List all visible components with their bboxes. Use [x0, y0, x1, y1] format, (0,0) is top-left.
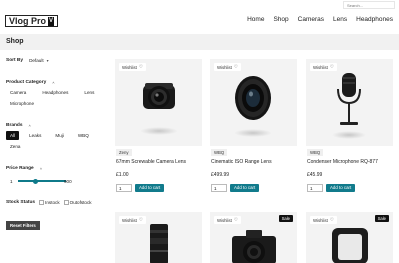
heart-icon: ♡ — [138, 64, 143, 69]
product-shadow — [140, 127, 178, 135]
stock-heading: Stock Status — [6, 200, 36, 206]
sale-badge: Sale — [278, 215, 293, 222]
wishlist-button[interactable]: Wishlist ♡ — [310, 63, 337, 71]
category-lens[interactable]: Lens — [80, 88, 98, 97]
price-max: 900 — [64, 178, 72, 184]
product-name[interactable]: Condenser Microphone RQ-877 — [307, 159, 378, 165]
price-heading: Price Range — [6, 166, 34, 171]
page-title: Shop — [6, 38, 24, 45]
nav-item-shop[interactable]: Shop — [273, 16, 288, 23]
chevron-up-icon[interactable]: ˄ — [40, 166, 42, 171]
category-microphone[interactable]: Microphone — [6, 99, 38, 108]
checkbox-icon[interactable] — [63, 200, 69, 206]
wishlist-button[interactable]: Wishlist ♡ — [310, 216, 337, 224]
product-card[interactable]: Wishlist ♡ — [115, 212, 202, 263]
quantity-input[interactable]: 1 — [307, 184, 323, 192]
softbox-light-image — [332, 228, 368, 263]
add-to-cart-button[interactable]: Add to cart — [230, 184, 260, 192]
zoom-lens-image — [235, 76, 271, 120]
wishlist-label: Wishlist — [217, 64, 232, 70]
reset-filters-button[interactable]: Reset Filters — [6, 221, 40, 230]
heart-icon: ♡ — [233, 217, 238, 222]
product-card[interactable]: Wishlist ♡ Sale — [210, 212, 297, 263]
add-to-cart-button[interactable]: Add to cart — [326, 184, 356, 192]
brand-tag: WBQ — [211, 149, 228, 156]
sale-badge: Sale — [374, 215, 389, 222]
price-handle[interactable] — [32, 178, 38, 184]
chevron-up-icon[interactable]: ˄ — [29, 123, 31, 128]
wishlist-label: Wishlist — [313, 217, 328, 223]
logo-badge: V — [48, 16, 55, 26]
nav-item-lens[interactable]: Lens — [333, 16, 347, 23]
nav-item-home[interactable]: Home — [247, 16, 264, 23]
heart-icon: ♡ — [329, 64, 334, 69]
wishlist-label: Wishlist — [313, 64, 328, 70]
stock-outofstock-label: Outofstock — [69, 200, 92, 205]
category-headphones[interactable]: Headphones — [38, 88, 72, 97]
product-card[interactable]: Wishlist ♡ — [115, 59, 202, 146]
product-price: £45.99 — [307, 172, 323, 178]
quantity-input[interactable]: 1 — [211, 184, 227, 192]
wishlist-button[interactable]: Wishlist ♡ — [214, 63, 241, 71]
wishlist-button[interactable]: Wishlist ♡ — [119, 63, 146, 71]
wishlist-button[interactable]: Wishlist ♡ — [119, 216, 146, 224]
wishlist-button[interactable]: Wishlist ♡ — [214, 216, 241, 224]
sort-label: Sort By — [6, 58, 24, 63]
brand-all[interactable]: All — [6, 131, 20, 140]
price-range-slider[interactable]: 1 900 — [6, 177, 106, 185]
chevron-up-icon[interactable]: ˄ — [52, 80, 54, 85]
microphone-image — [337, 73, 361, 125]
stock-instock-option[interactable]: Instock — [39, 200, 60, 206]
wishlist-label: Wishlist — [122, 64, 137, 70]
quantity-input[interactable]: 1 — [116, 184, 132, 192]
camera-lens-image — [143, 83, 175, 109]
product-price: £499.99 — [211, 172, 230, 178]
price-track — [18, 180, 66, 182]
product-price: £1.00 — [116, 172, 129, 178]
product-name[interactable]: 67mm Screwable Camera Lens — [116, 159, 186, 165]
site-logo[interactable]: Vlog Pro V — [5, 15, 59, 27]
camera-body-image — [232, 230, 276, 263]
brand-leaks[interactable]: Leaks — [25, 131, 45, 140]
heart-icon: ♡ — [138, 217, 143, 222]
product-card[interactable]: Wishlist ♡ — [306, 59, 393, 146]
stock-instock-label: Instock — [45, 200, 60, 205]
wishlist-label: Wishlist — [217, 217, 232, 223]
logo-text: Vlog Pro — [9, 16, 47, 26]
brand-wbq[interactable]: WBQ — [74, 131, 93, 140]
heart-icon: ♡ — [233, 64, 238, 69]
nav-item-cameras[interactable]: Cameras — [298, 16, 324, 23]
brand-zena[interactable]: Zena — [6, 142, 24, 151]
breadcrumb: Shop — [0, 34, 399, 50]
main-nav: Home Shop Cameras Lens Headphones — [247, 16, 393, 23]
nav-item-headphones[interactable]: Headphones — [356, 16, 393, 23]
brands-heading: Brands — [6, 123, 23, 128]
brand-muji[interactable]: Muji — [51, 131, 67, 140]
brand-tag: Zeny — [116, 149, 132, 156]
brand-tag: WBQ — [307, 149, 324, 156]
heart-icon: ♡ — [329, 217, 334, 222]
product-name[interactable]: Cinematic ISO Range Lens — [211, 159, 272, 165]
checkbox-icon[interactable] — [39, 200, 45, 206]
category-heading: Product Category — [6, 80, 47, 85]
category-camera[interactable]: Camera — [6, 88, 30, 97]
stock-outofstock-option[interactable]: Outofstock — [63, 200, 92, 206]
product-shadow — [234, 129, 272, 137]
search-input[interactable]: Search... — [343, 1, 395, 9]
telephoto-lens-image — [150, 224, 168, 263]
wishlist-label: Wishlist — [122, 217, 137, 223]
sort-select[interactable]: Default ▾ — [29, 58, 49, 63]
product-card[interactable]: Wishlist ♡ Sale — [306, 212, 393, 263]
add-to-cart-button[interactable]: Add to cart — [135, 184, 165, 192]
chevron-down-icon: ▾ — [46, 58, 49, 63]
sort-value: Default — [29, 58, 44, 63]
product-card[interactable]: Wishlist ♡ — [210, 59, 297, 146]
